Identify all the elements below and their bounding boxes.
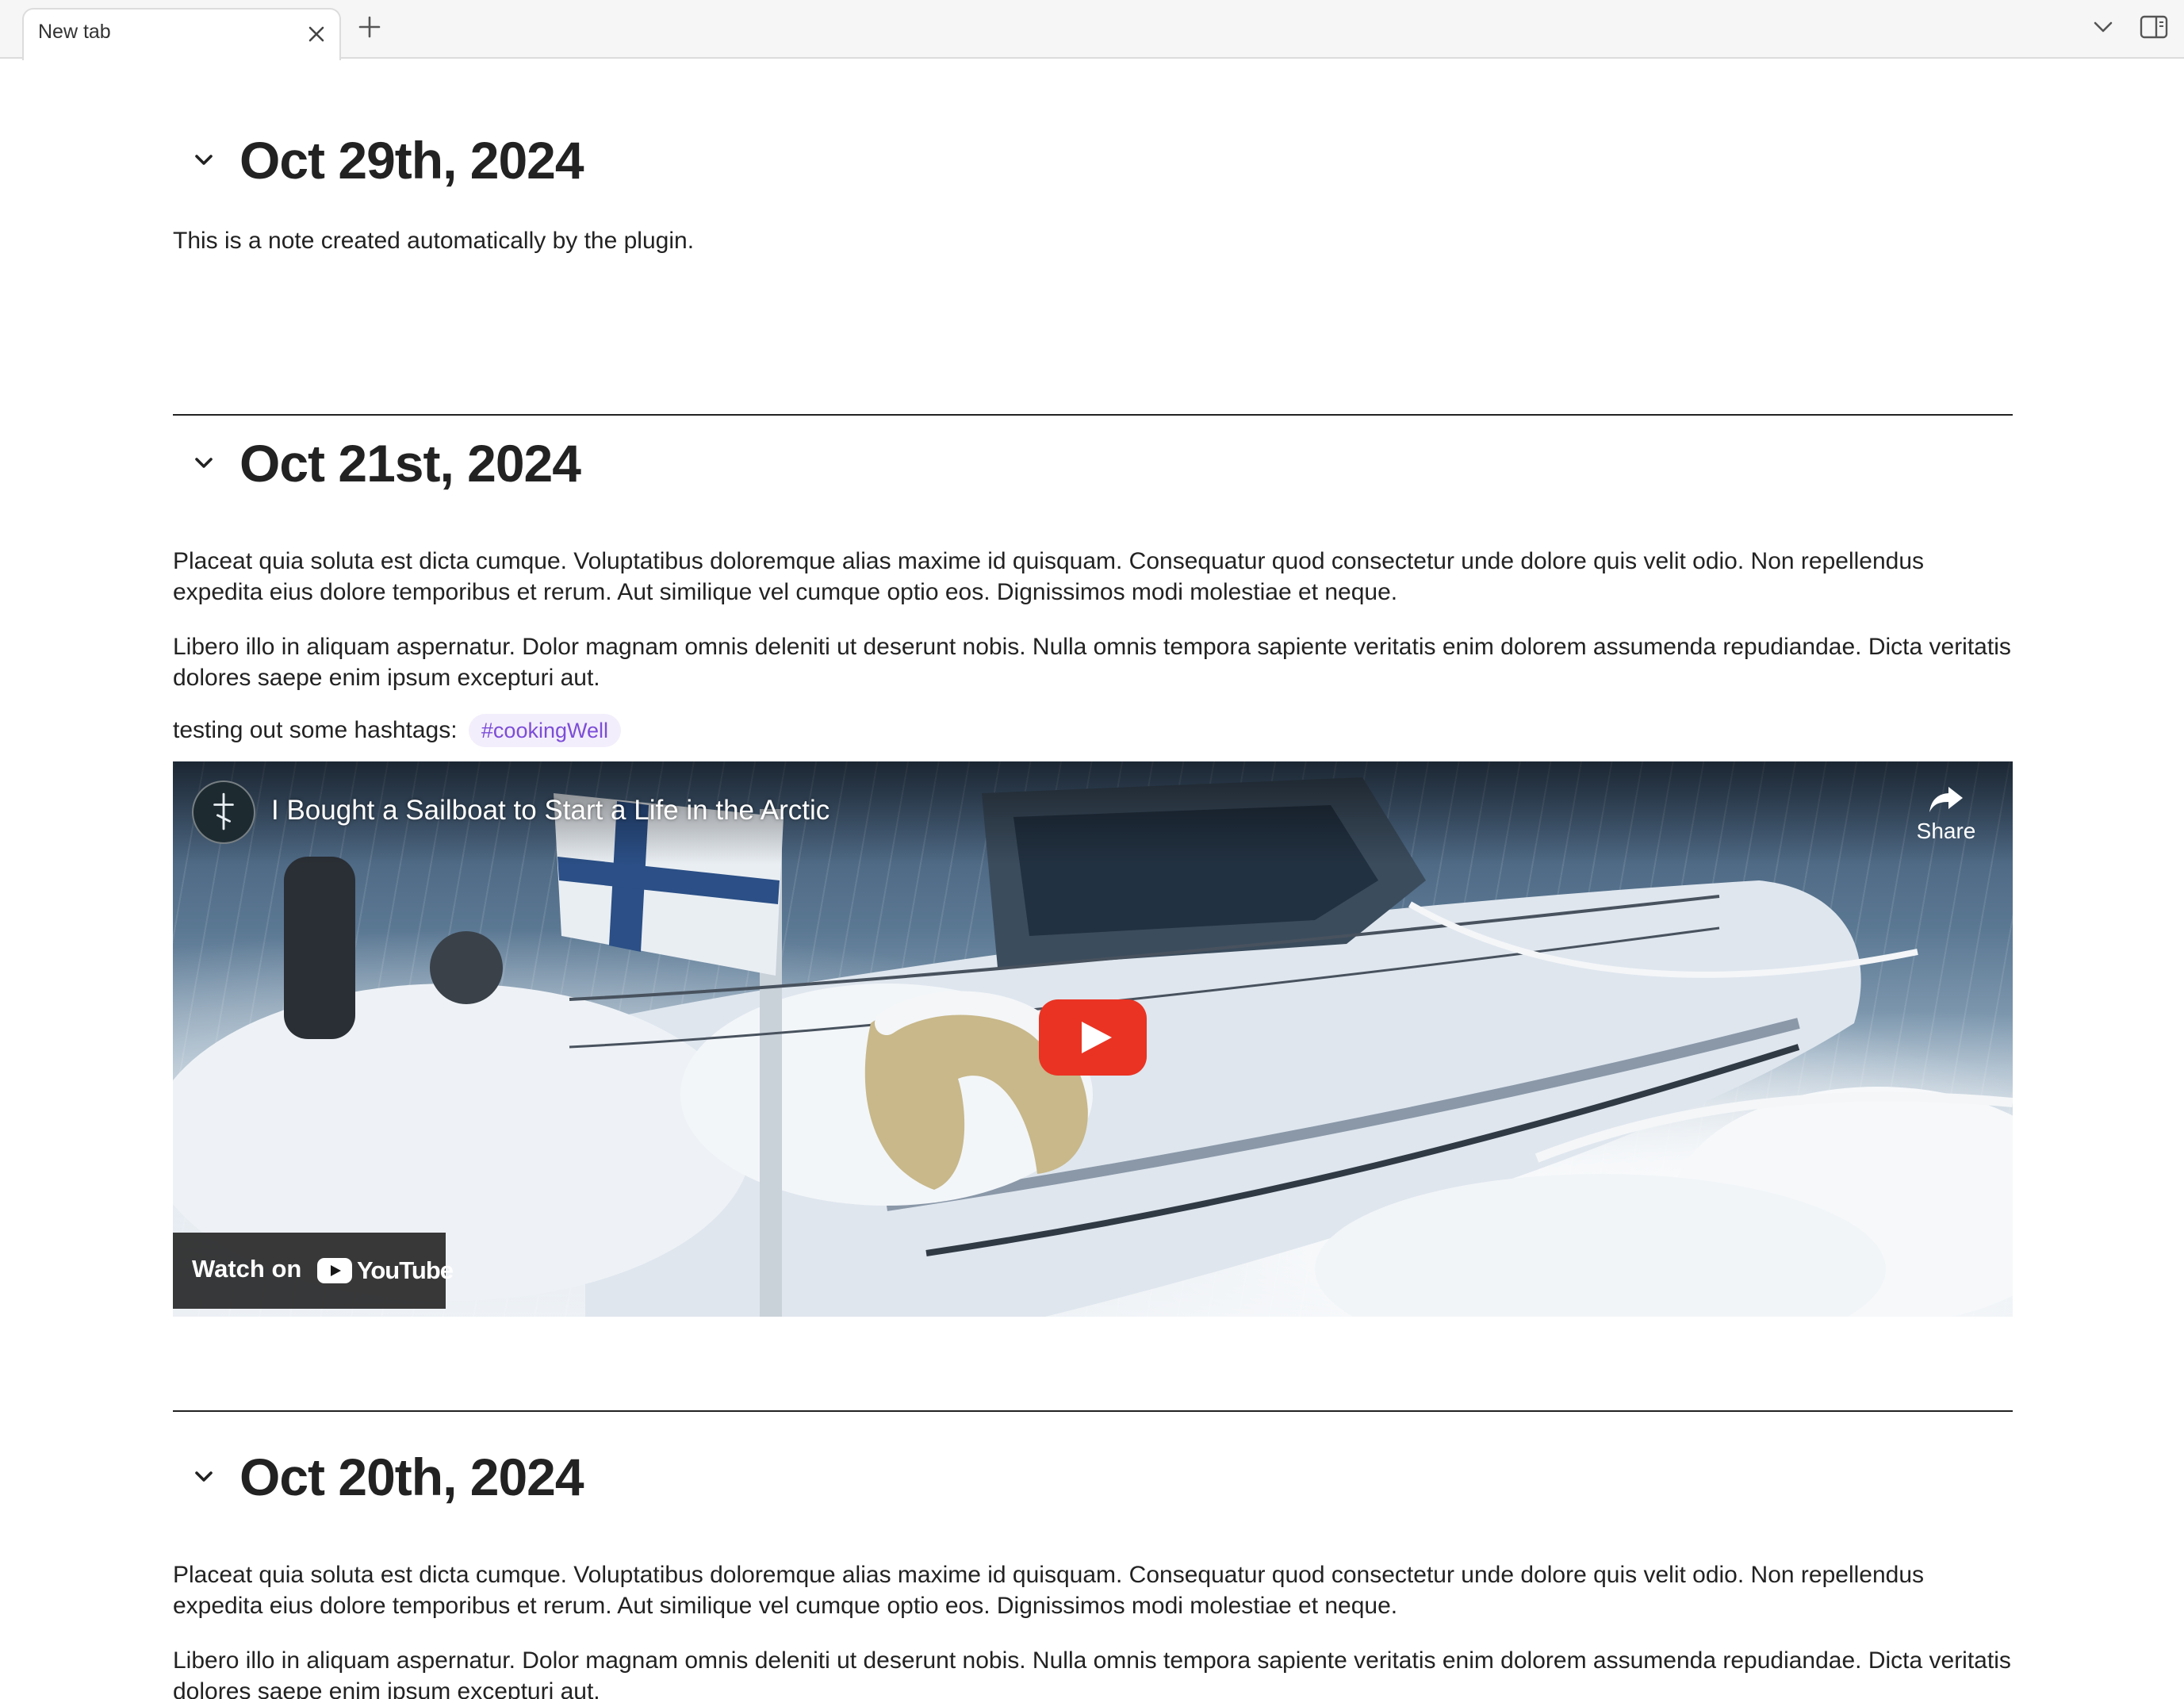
plus-icon[interactable] bbox=[354, 11, 385, 43]
chevron-down-icon[interactable] bbox=[193, 454, 214, 471]
journal-block[interactable]: This is a note created automatically by … bbox=[173, 225, 2013, 256]
journal-oct-20: Oct 20th, 2024 Placeat quia soluta est d… bbox=[173, 1412, 2013, 1699]
watch-on-youtube-button[interactable]: Watch on YouTube bbox=[173, 1233, 454, 1309]
share-label: Share bbox=[1916, 819, 1976, 843]
tab-bar: New tab bbox=[0, 0, 2184, 60]
tag-cooking-well[interactable]: #cookingWell bbox=[468, 714, 621, 747]
youtube-play-icon bbox=[317, 1258, 352, 1283]
journal-block[interactable]: Placeat quia soluta est dicta cumque. Vo… bbox=[173, 546, 2013, 608]
journal-block[interactable]: Placeat quia soluta est dicta cumque. Vo… bbox=[173, 1559, 2013, 1621]
tab-title: New tab bbox=[38, 21, 111, 43]
journal-heading-row: Oct 29th, 2024 bbox=[173, 121, 2013, 200]
journal-oct-29: Oct 29th, 2024 This is a note created au… bbox=[173, 59, 2013, 256]
chevron-down-icon[interactable] bbox=[193, 151, 214, 168]
youtube-wordmark: YouTube bbox=[357, 1256, 454, 1284]
close-icon[interactable] bbox=[303, 21, 330, 48]
journal-block[interactable]: Libero illo in aliquam aspernatur. Dolor… bbox=[173, 1645, 2013, 1699]
video-title[interactable]: I Bought a Sailboat to Start a Life in t… bbox=[271, 795, 830, 826]
play-button[interactable] bbox=[1039, 999, 1147, 1076]
chevron-down-icon[interactable] bbox=[193, 1467, 214, 1485]
channel-avatar[interactable] bbox=[192, 780, 255, 844]
share-icon bbox=[1929, 787, 1963, 812]
hashtag-block[interactable]: testing out some hashtags: #cookingWell bbox=[173, 712, 2013, 749]
youtube-embed[interactable]: I Bought a Sailboat to Start a Life in t… bbox=[173, 761, 2013, 1317]
chevron-down-icon[interactable] bbox=[2087, 14, 2119, 40]
journal-title[interactable]: Oct 29th, 2024 bbox=[239, 121, 584, 200]
youtube-logo: YouTube bbox=[317, 1255, 454, 1287]
journal-heading-row: Oct 20th, 2024 bbox=[173, 1437, 2013, 1517]
journal-oct-21: Oct 21st, 2024 Placeat quia soluta est d… bbox=[173, 416, 2013, 1317]
play-icon bbox=[1039, 999, 1147, 1076]
journal-title[interactable]: Oct 21st, 2024 bbox=[239, 424, 581, 503]
hashtag-line-text: testing out some hashtags: bbox=[173, 717, 458, 743]
journal-title[interactable]: Oct 20th, 2024 bbox=[239, 1437, 584, 1517]
share-button[interactable]: Share bbox=[1899, 782, 1994, 861]
sidebar-toggle-icon[interactable] bbox=[2138, 13, 2170, 41]
journal-heading-row: Oct 21st, 2024 bbox=[173, 424, 2013, 503]
tab-new-tab[interactable]: New tab bbox=[22, 8, 341, 60]
journal-block[interactable]: Libero illo in aliquam aspernatur. Dolor… bbox=[173, 631, 2013, 693]
watch-on-label: Watch on bbox=[192, 1255, 302, 1283]
journals-content: Oct 29th, 2024 This is a note created au… bbox=[173, 59, 2013, 1699]
